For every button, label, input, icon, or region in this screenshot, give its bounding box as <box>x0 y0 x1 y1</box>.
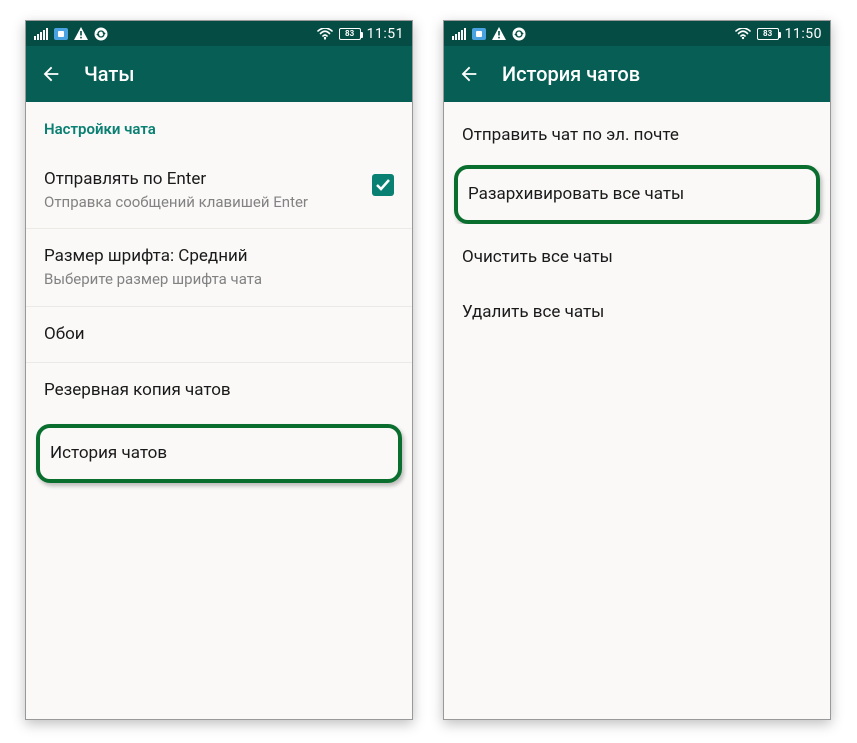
item-title: Удалить все чаты <box>462 301 812 324</box>
warning-icon <box>74 27 88 40</box>
section-header: Настройки чата <box>26 102 412 152</box>
battery-icon: 83 <box>339 28 361 40</box>
item-subtitle: Выберите размер шрифта чата <box>44 270 394 290</box>
battery-level: 83 <box>345 29 354 38</box>
app-bar: История чатов <box>444 46 830 102</box>
item-title: Размер шрифта: Средний <box>44 245 394 268</box>
item-title: Очистить все чаты <box>462 246 812 269</box>
page-title: История чатов <box>502 62 640 86</box>
wifi-icon <box>317 28 333 40</box>
setting-backup[interactable]: Резервная копия чатов <box>26 363 412 418</box>
battery-level: 83 <box>763 29 772 38</box>
page-title: Чаты <box>84 62 134 86</box>
item-title: Отправлять по Enter <box>44 168 360 191</box>
status-bar: 83 11:50 <box>444 21 830 46</box>
sync-icon <box>512 27 526 41</box>
signal-icon <box>34 28 48 40</box>
settings-list: Настройки чата Отправлять по Enter Отпра… <box>26 102 412 719</box>
phone-right: 83 11:50 История чатов Отправить чат по … <box>443 20 831 720</box>
clock: 11:50 <box>785 26 822 42</box>
history-list: Отправить чат по эл. почте Разархивирова… <box>444 102 830 719</box>
item-title: Отправить чат по эл. почте <box>462 124 812 147</box>
item-title: Разархивировать все чаты <box>468 183 806 206</box>
item-title: Обои <box>44 323 394 346</box>
action-unarchive-all-highlighted[interactable]: Разархивировать все чаты <box>454 165 820 224</box>
clock: 11:51 <box>367 26 404 42</box>
setting-chat-history-highlighted[interactable]: История чатов <box>36 424 402 483</box>
signal-icon <box>452 28 466 40</box>
app-notification-icon <box>54 28 68 40</box>
app-bar: Чаты <box>26 46 412 102</box>
wifi-icon <box>735 28 751 40</box>
setting-font-size[interactable]: Размер шрифта: Средний Выберите размер ш… <box>26 229 412 306</box>
item-title: История чатов <box>50 442 388 465</box>
item-subtitle: Отправка сообщений клавишей Enter <box>44 193 360 213</box>
battery-icon: 83 <box>757 28 779 40</box>
app-notification-icon <box>472 28 486 40</box>
checkbox-checked-icon[interactable] <box>372 174 394 196</box>
back-arrow-icon[interactable] <box>458 63 480 85</box>
action-email-chat[interactable]: Отправить чат по эл. почте <box>444 102 830 163</box>
action-delete-all[interactable]: Удалить все чаты <box>444 285 830 340</box>
warning-icon <box>492 27 506 40</box>
setting-wallpaper[interactable]: Обои <box>26 307 412 363</box>
action-clear-all[interactable]: Очистить все чаты <box>444 224 830 285</box>
status-bar: 83 11:51 <box>26 21 412 46</box>
phone-left: 83 11:51 Чаты Настройки чата Отправлять … <box>25 20 413 720</box>
setting-send-on-enter[interactable]: Отправлять по Enter Отправка сообщений к… <box>26 152 412 229</box>
sync-icon <box>94 27 108 41</box>
back-arrow-icon[interactable] <box>40 63 62 85</box>
item-title: Резервная копия чатов <box>44 379 394 402</box>
